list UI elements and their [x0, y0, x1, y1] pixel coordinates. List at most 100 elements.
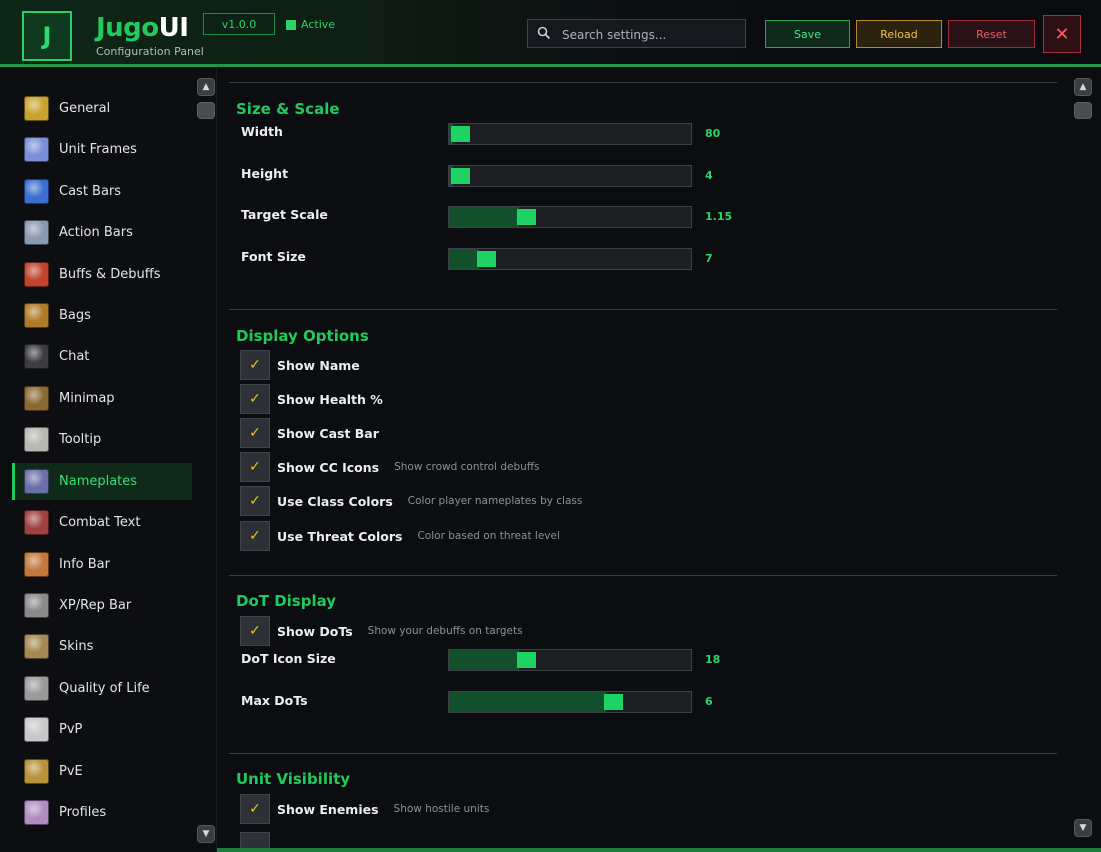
section-divider — [229, 753, 1057, 754]
slider[interactable] — [448, 248, 692, 270]
main-scrollbar-thumb[interactable] — [1074, 102, 1092, 119]
slider-value: 80 — [705, 127, 721, 140]
slider-thumb[interactable] — [604, 694, 624, 710]
shield-icon — [24, 262, 49, 287]
scroll-icon — [24, 427, 49, 452]
checkbox-label: Show Cast Bar — [277, 425, 379, 441]
slider-value: 4 — [705, 169, 713, 182]
checkbox[interactable]: ✓ — [240, 616, 270, 646]
checkbox-label: Show Health % — [277, 391, 383, 407]
checkbox[interactable]: ✓ — [240, 486, 270, 516]
sidebar-item-label: Nameplates — [59, 474, 138, 489]
checkbox-description: Show crowd control debuffs — [394, 461, 540, 473]
slider-thumb[interactable] — [451, 168, 470, 184]
section-title-size-scale: Size & Scale — [236, 100, 340, 118]
status-label: Active — [301, 18, 336, 31]
sidebar-item-action-bars[interactable]: Action Bars — [12, 214, 192, 251]
sidebar-item-cast-bars[interactable]: Cast Bars — [12, 173, 192, 210]
slider-label: DoT Icon Size — [241, 651, 336, 666]
sidebar-scroll-up-button[interactable]: ▲ — [197, 78, 215, 96]
checkbox-row[interactable]: ✓ Show Name — [240, 350, 375, 380]
sidebar-item-xp-rep-bar[interactable]: XP/Rep Bar — [12, 587, 192, 624]
slider-value: 6 — [705, 695, 713, 708]
slider[interactable] — [448, 649, 692, 671]
slider[interactable] — [448, 123, 692, 145]
sidebar-item-combat-text[interactable]: Combat Text — [12, 504, 192, 541]
section-title-dot-display: DoT Display — [236, 592, 337, 610]
sidebar-item-quality-of-life[interactable]: Quality of Life — [12, 670, 192, 707]
close-button[interactable]: ✕ — [1043, 15, 1081, 53]
wings-icon — [24, 593, 49, 618]
checkbox-row[interactable]: ✓ Use Class Colors Color player nameplates… — [240, 486, 582, 516]
search-input[interactable] — [560, 23, 744, 46]
sidebar-item-bags[interactable]: Bags — [12, 297, 192, 334]
slider-thumb[interactable] — [516, 209, 536, 225]
slider[interactable] — [448, 206, 692, 228]
sidebar-item-unit-frames[interactable]: Unit Frames — [12, 131, 192, 168]
sidebar-item-info-bar[interactable]: Info Bar — [12, 546, 192, 583]
search-box[interactable] — [527, 19, 746, 48]
logo-letter: J — [42, 22, 52, 50]
checkbox-label: Show Enemies — [277, 801, 379, 817]
main-scroll-down-button[interactable]: ▼ — [1074, 819, 1092, 837]
sidebar-item-minimap[interactable]: Minimap — [12, 380, 192, 417]
slider-fill — [449, 650, 519, 670]
sidebar-item-general[interactable]: General — [12, 90, 192, 127]
sidebar-item-chat[interactable]: Chat — [12, 338, 192, 375]
checkbox-description: Show your debuffs on targets — [367, 625, 523, 637]
slider-label: Font Size — [241, 249, 306, 264]
checkmark-icon: ✓ — [249, 493, 261, 509]
save-button[interactable]: Save — [765, 20, 850, 48]
crate-icon — [24, 634, 49, 659]
sidebar-scroll-down-button[interactable]: ▼ — [197, 825, 215, 843]
sidebar-item-label: Action Bars — [59, 225, 133, 240]
sidebar-item-tooltip[interactable]: Tooltip — [12, 421, 192, 458]
checkbox-description: Color based on threat level — [417, 530, 560, 542]
scroll-down-icon: ▼ — [202, 829, 210, 839]
slider-thumb[interactable] — [451, 126, 470, 142]
checkmark-icon: ✓ — [249, 528, 261, 544]
checkmark-icon: ✓ — [249, 357, 261, 373]
header-bar: J JugoUI Configuration Panel v1.0.0 Acti… — [0, 0, 1101, 64]
checkbox-row-show-enemies[interactable]: ✓ Show Enemies Show hostile units — [240, 794, 489, 824]
slider[interactable] — [448, 691, 692, 713]
sidebar-item-buffs-debuffs[interactable]: Buffs & Debuffs — [12, 256, 192, 293]
main-scroll-up-button[interactable]: ▲ — [1074, 78, 1092, 96]
map-icon — [24, 386, 49, 411]
checkbox-description: Color player nameplates by class — [407, 495, 583, 507]
checkbox-row[interactable]: ✓ Use Threat Colors Color based on threat … — [240, 521, 560, 551]
checkbox-row[interactable]: ✓ Show CC Icons Show crowd control debuffs — [240, 452, 540, 482]
status-dot-icon — [286, 20, 296, 30]
checkbox[interactable]: ✓ — [240, 452, 270, 482]
checkmark-icon: ✓ — [249, 391, 261, 407]
slider-thumb[interactable] — [477, 251, 497, 267]
sidebar-item-skins[interactable]: Skins — [12, 628, 192, 665]
slider-label: Width — [241, 124, 283, 139]
checkbox[interactable]: ✓ — [240, 521, 270, 551]
sidebar-item-pvp[interactable]: PvP — [12, 711, 192, 748]
sidebar-item-pve[interactable]: PvE — [12, 753, 192, 790]
checkbox[interactable]: ✓ — [240, 384, 270, 414]
slider-fill — [449, 249, 480, 269]
reset-button[interactable]: Reset — [948, 20, 1035, 48]
checkbox[interactable]: ✓ — [240, 794, 270, 824]
checkmark-icon: ✓ — [249, 425, 261, 441]
checkbox[interactable]: ✓ — [240, 418, 270, 448]
bag-icon — [24, 303, 49, 328]
slider-thumb[interactable] — [516, 652, 536, 668]
sparkle-icon — [24, 137, 49, 162]
sidebar-item-nameplates[interactable]: Nameplates — [12, 463, 192, 500]
slider[interactable] — [448, 165, 692, 187]
sidebar-scrollbar-thumb[interactable] — [197, 102, 215, 119]
sidebar-item-profiles[interactable]: Profiles — [12, 794, 192, 831]
reload-button[interactable]: Reload — [856, 20, 942, 48]
slider-label: Height — [241, 166, 289, 181]
sidebar-item-label: Skins — [59, 639, 94, 654]
section-title-display-options: Display Options — [236, 327, 369, 345]
checkbox-row[interactable]: ✓ Show Health % — [240, 384, 398, 414]
checkbox-row-show-dots[interactable]: ✓ Show DoTs Show your debuffs on targets — [240, 616, 523, 646]
checkbox-row[interactable]: ✓ Show Cast Bar — [240, 418, 394, 448]
checkbox-label: Show CC Icons — [277, 459, 380, 475]
checkbox[interactable]: ✓ — [240, 350, 270, 380]
version-badge: v1.0.0 — [203, 13, 275, 35]
